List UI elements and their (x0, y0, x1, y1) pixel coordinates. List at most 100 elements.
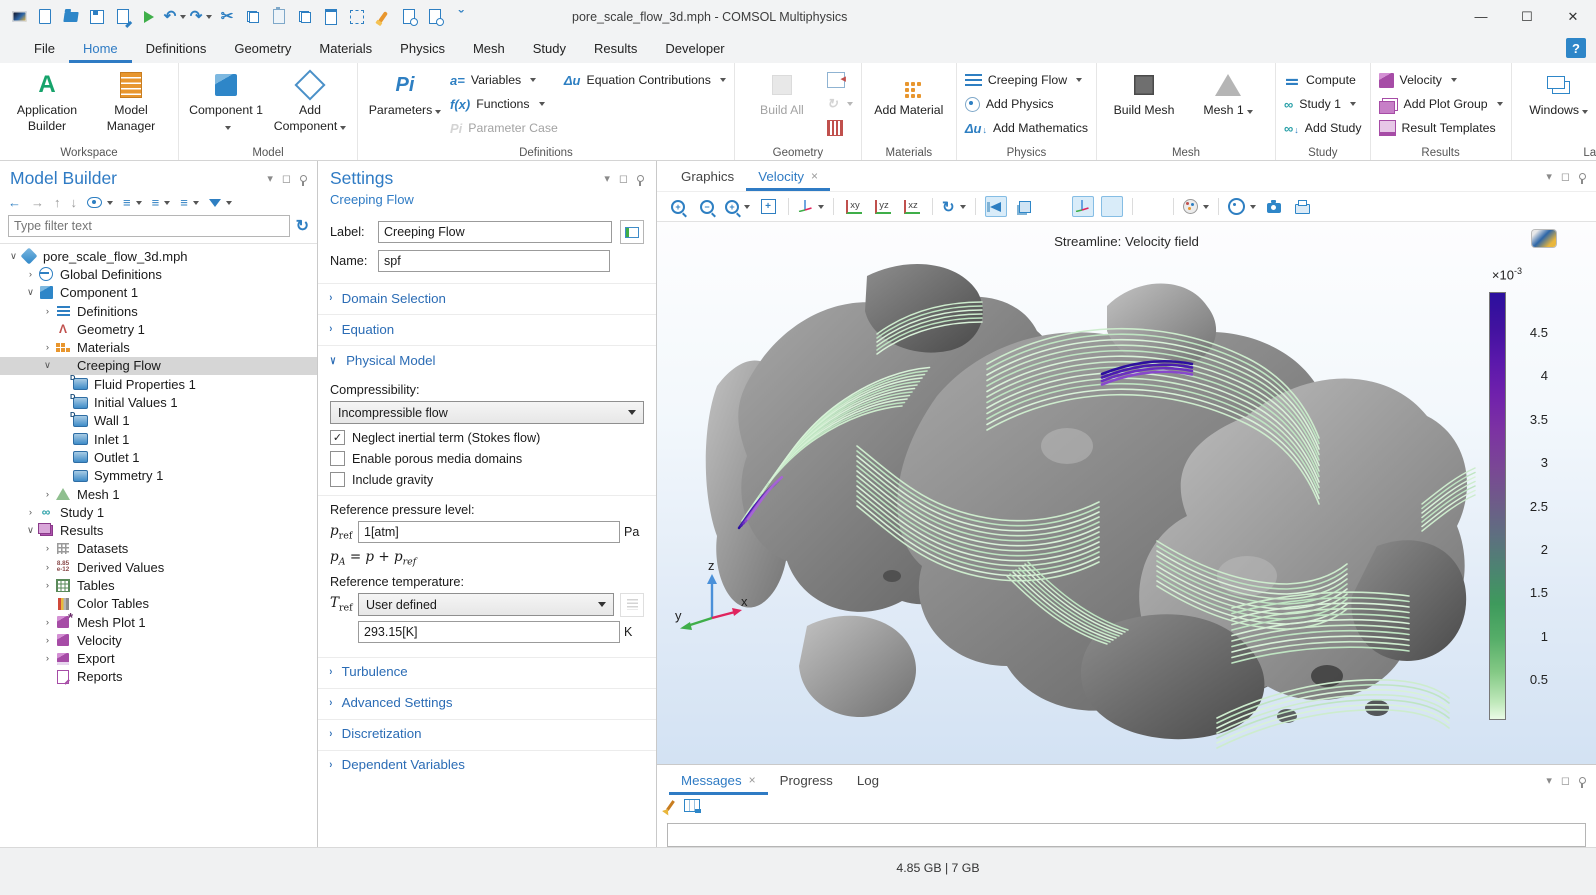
back-button[interactable]: ← (8, 195, 21, 210)
component-1-button[interactable]: Component 1 (187, 65, 265, 134)
collapse-panel-icon[interactable]: ▾ (604, 172, 610, 185)
float-panel-icon[interactable]: ◻ (619, 172, 628, 185)
creeping-flow-button[interactable]: Creeping Flow (965, 71, 1088, 89)
result-templates-button[interactable]: Result Templates (1379, 119, 1503, 137)
tab-study[interactable]: Study (519, 33, 580, 63)
tree-node-reports[interactable]: Reports (0, 668, 317, 686)
tree-node-fluid-properties-1[interactable]: Fluid Properties 1 (0, 375, 317, 393)
section-equation[interactable]: ›Equation (318, 314, 656, 343)
show-grid-button[interactable] (1043, 196, 1065, 217)
tree-node-tables[interactable]: ›Tables (0, 576, 317, 594)
mesh-1-button[interactable]: Mesh 1 (1189, 65, 1267, 119)
application-builder-button[interactable]: AApplication Builder (8, 65, 86, 134)
messages-tab-messages[interactable]: Messages× (669, 765, 768, 795)
tree-node-inlet-1[interactable]: Inlet 1 (0, 430, 317, 448)
rotate-view-button[interactable]: ↻ (942, 196, 966, 217)
glyph-button[interactable]: ↻ (827, 95, 853, 113)
tree-node-mesh-1[interactable]: ›Mesh 1 (0, 485, 317, 503)
comsol-logo-button[interactable] (6, 4, 32, 30)
search-document-button[interactable] (396, 4, 422, 30)
tab-file[interactable]: File (20, 33, 69, 63)
add-plot-group-button[interactable]: Add Plot Group (1379, 95, 1503, 113)
tree-node-datasets[interactable]: ›Datasets (0, 540, 317, 558)
clear-messages-icon[interactable] (666, 800, 675, 811)
tree-node-study-1[interactable]: ›∞Study 1 (0, 503, 317, 521)
section-discretization[interactable]: ›Discretization (318, 719, 656, 748)
build-mesh-button[interactable]: Build Mesh (1105, 65, 1183, 119)
save-as-button[interactable] (110, 4, 136, 30)
checkbox-include-gravity[interactable]: Include gravity (330, 472, 644, 487)
collapse-all-button[interactable]: ≡ (123, 195, 142, 210)
zoom-extents-button[interactable]: + (757, 196, 779, 217)
snapshot-button[interactable] (1263, 196, 1285, 217)
tab-mesh[interactable]: Mesh (459, 33, 519, 63)
pin-icon[interactable] (300, 175, 307, 182)
tab-developer[interactable]: Developer (651, 33, 738, 63)
equation-contributions-button[interactable]: ΔuEquation Contributions (564, 71, 726, 89)
parameter-case-button[interactable]: PiParameter Case (450, 119, 558, 137)
reference-pressure-input[interactable] (358, 521, 620, 543)
environment-reflections-button[interactable] (1228, 196, 1256, 217)
reference-temperature-input[interactable] (358, 621, 620, 643)
label-field-input[interactable] (378, 221, 612, 243)
tree-node-mesh-plot-1[interactable]: ›Mesh Plot 1 (0, 613, 317, 631)
expand-all-button[interactable]: ≡ (152, 195, 171, 210)
import-button[interactable] (827, 71, 853, 89)
messages-output-box[interactable] (667, 823, 1586, 847)
delete-button[interactable] (318, 4, 344, 30)
tree-node-results[interactable]: ∨Results (0, 521, 317, 539)
tab-geometry[interactable]: Geometry (220, 33, 305, 63)
tree-node-wall-1[interactable]: Wall 1 (0, 412, 317, 430)
tree-node-velocity[interactable]: ›Velocity (0, 631, 317, 649)
node-display-button[interactable]: ≡ (180, 195, 199, 210)
zoom-out-button[interactable]: − (696, 196, 718, 217)
partition-button[interactable] (827, 119, 853, 137)
collapse-panel-icon[interactable]: ▾ (267, 172, 273, 185)
forward-button[interactable]: → (31, 195, 44, 210)
section-dependent-variables[interactable]: ›Dependent Variables (318, 750, 656, 779)
open-file-button[interactable] (58, 4, 84, 30)
messages-tab-progress[interactable]: Progress (768, 765, 845, 795)
lock-view-button[interactable] (1142, 196, 1164, 217)
compute-button[interactable]: =Compute (1284, 71, 1362, 89)
tree-node-initial-values-1[interactable]: Initial Values 1 (0, 393, 317, 411)
save-button[interactable] (84, 4, 110, 30)
copy-button[interactable] (240, 4, 266, 30)
collapse-panel-icon[interactable]: ▾ (1546, 774, 1552, 787)
show-axis-orientation-button[interactable] (1072, 196, 1094, 217)
add-physics-button[interactable]: Add Physics (965, 95, 1088, 113)
velocity-button[interactable]: Velocity (1379, 71, 1503, 89)
refresh-icon[interactable]: ↻ (296, 216, 309, 236)
tree-node-definitions[interactable]: ›Definitions (0, 302, 317, 320)
move-down-button[interactable]: ↓ (71, 195, 78, 210)
windows-button[interactable]: Windows (1520, 65, 1596, 119)
tree-node-symmetry-1[interactable]: Symmetry 1 (0, 467, 317, 485)
import-list-button[interactable] (620, 593, 644, 617)
section-physical-model[interactable]: ∨ Physical Model (318, 345, 656, 374)
graphics-canvas[interactable]: Streamline: Velocity field (657, 222, 1596, 764)
messages-tab-log[interactable]: Log (845, 765, 891, 795)
tree-node-geometry-1[interactable]: ΛGeometry 1 (0, 320, 317, 338)
environment-thumbnail-button[interactable] (1532, 230, 1556, 247)
tree-node-materials[interactable]: ›Materials (0, 338, 317, 356)
minimize-button[interactable]: — (1458, 0, 1504, 33)
pin-icon[interactable] (1579, 173, 1586, 180)
tree-node-global-definitions[interactable]: ›Global Definitions (0, 265, 317, 283)
show-color-legend-button[interactable] (1101, 196, 1123, 217)
message-table-icon[interactable] (684, 799, 700, 812)
tree-node-creeping-flow[interactable]: ∨Creeping Flow (0, 357, 317, 375)
float-panel-icon[interactable]: ◻ (1561, 170, 1570, 183)
add-component-button[interactable]: Add Component (271, 65, 349, 134)
filter-button[interactable] (209, 199, 232, 207)
tab-physics[interactable]: Physics (386, 33, 459, 63)
close-button[interactable]: ✕ (1550, 0, 1596, 33)
section-advanced-settings[interactable]: ›Advanced Settings (318, 688, 656, 717)
scene-light-button[interactable] (985, 196, 1007, 217)
cut-button[interactable]: ✂ (214, 4, 240, 30)
pin-icon[interactable] (1579, 777, 1586, 784)
rename-button[interactable] (620, 220, 644, 244)
float-panel-icon[interactable]: ◻ (282, 172, 291, 185)
redo-button[interactable]: ↷ (188, 4, 214, 30)
checkbox-neglect-inertial-term-stokes-flow[interactable]: ✓Neglect inertial term (Stokes flow) (330, 430, 644, 445)
functions-button[interactable]: f(x)Functions (450, 95, 558, 113)
